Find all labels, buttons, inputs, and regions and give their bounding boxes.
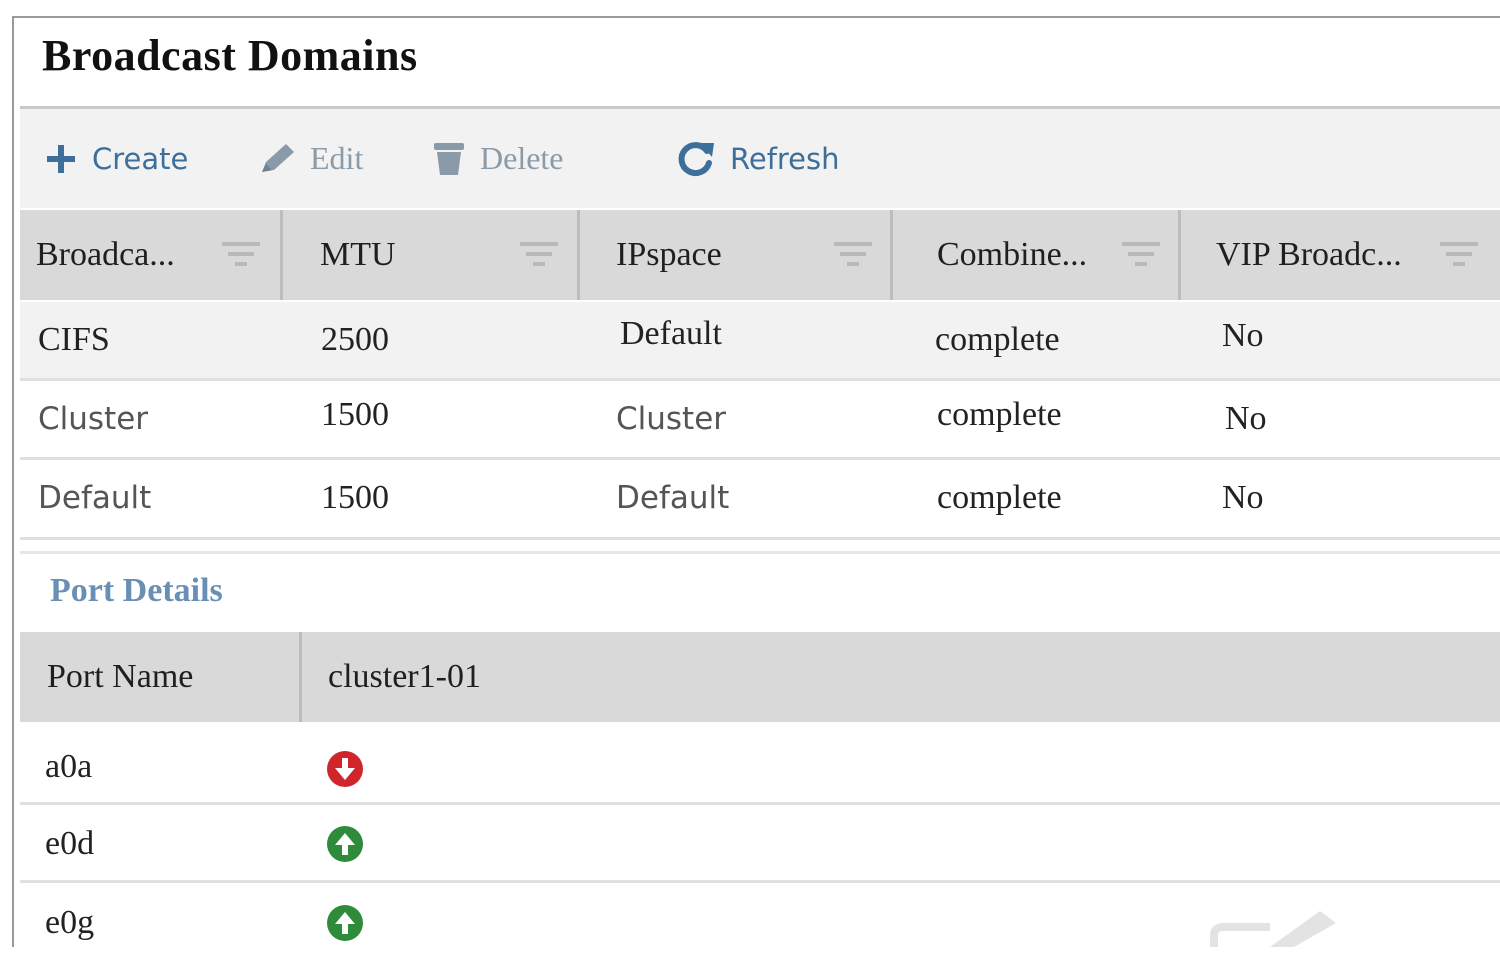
column-header-port-name: Port Name <box>47 658 194 695</box>
refresh-button[interactable]: Refresh <box>676 109 840 208</box>
refresh-label: Refresh <box>730 141 840 176</box>
port-up-icon <box>326 805 364 883</box>
filter-icon[interactable] <box>518 240 560 275</box>
column-divider <box>299 632 302 722</box>
refresh-icon <box>676 139 716 179</box>
plus-icon <box>44 142 78 176</box>
table-row[interactable]: CIFS 2500 Default complete No <box>20 302 1500 378</box>
filter-icon[interactable] <box>832 240 874 275</box>
create-button[interactable]: Create <box>44 109 188 208</box>
trash-icon <box>432 141 466 177</box>
cell-broadcast-domain: CIFS <box>38 321 110 358</box>
port-row: e0d <box>20 805 1500 883</box>
cell-vip: No <box>1222 317 1264 354</box>
cell-port-name: e0g <box>45 904 95 941</box>
window-frame-left <box>12 16 14 947</box>
window-frame-top <box>12 16 1500 18</box>
cell-combined: complete <box>937 396 1062 433</box>
column-header-node: cluster1-01 <box>328 658 481 695</box>
column-header-broadcast-domain[interactable]: Broadca... <box>36 210 175 300</box>
cell-broadcast-domain: Default <box>38 480 152 516</box>
cell-ipspace: Default <box>620 315 722 352</box>
cell-vip: No <box>1225 400 1267 437</box>
toolbar: Create Edit Delete Refresh <box>20 109 1500 208</box>
column-header-vip-broadcast[interactable]: VIP Broadc... <box>1216 210 1402 300</box>
table-row[interactable]: Cluster 1500 Cluster complete No <box>20 381 1500 457</box>
cell-ipspace: Default <box>616 480 730 516</box>
cell-mtu: 2500 <box>321 321 389 358</box>
row-divider <box>20 537 1500 540</box>
cell-vip: No <box>1222 479 1264 516</box>
section-divider <box>20 551 1500 554</box>
column-divider[interactable] <box>890 210 893 300</box>
port-table-header: Port Name cluster1-01 <box>20 632 1500 722</box>
column-divider[interactable] <box>577 210 580 300</box>
filter-icon[interactable] <box>1120 240 1162 275</box>
edit-button[interactable]: Edit <box>258 109 363 208</box>
pencil-icon <box>258 142 296 176</box>
cell-port-name: e0d <box>45 825 95 862</box>
table-header: Broadca... MTU IPspace Combine... VIP Br… <box>20 210 1500 300</box>
cell-ipspace: Cluster <box>616 401 727 437</box>
edit-label: Edit <box>310 140 364 176</box>
filter-icon[interactable] <box>220 240 262 275</box>
table-row[interactable]: Default 1500 Default complete No <box>20 460 1500 536</box>
page-title: Broadcast Domains <box>42 31 418 80</box>
create-label: Create <box>92 141 189 176</box>
port-down-icon <box>326 730 364 808</box>
cell-broadcast-domain: Cluster <box>38 401 149 437</box>
column-header-ipspace[interactable]: IPspace <box>616 210 722 300</box>
filter-icon[interactable] <box>1438 240 1480 275</box>
cell-mtu: 1500 <box>321 396 389 433</box>
column-divider[interactable] <box>1178 210 1181 300</box>
port-up-icon <box>326 884 364 962</box>
cell-port-name: a0a <box>45 748 93 785</box>
port-row: a0a <box>20 726 1500 804</box>
delete-label: Delete <box>480 140 564 176</box>
watermark-logo <box>1210 905 1370 952</box>
delete-button[interactable]: Delete <box>432 109 564 208</box>
cell-combined: complete <box>937 479 1062 516</box>
cell-combined: complete <box>935 321 1060 358</box>
column-header-mtu[interactable]: MTU <box>320 210 396 300</box>
row-divider <box>20 880 1500 883</box>
cell-mtu: 1500 <box>321 479 389 516</box>
port-details-title: Port Details <box>50 572 223 609</box>
column-divider[interactable] <box>280 210 283 300</box>
column-header-combined[interactable]: Combine... <box>937 210 1087 300</box>
